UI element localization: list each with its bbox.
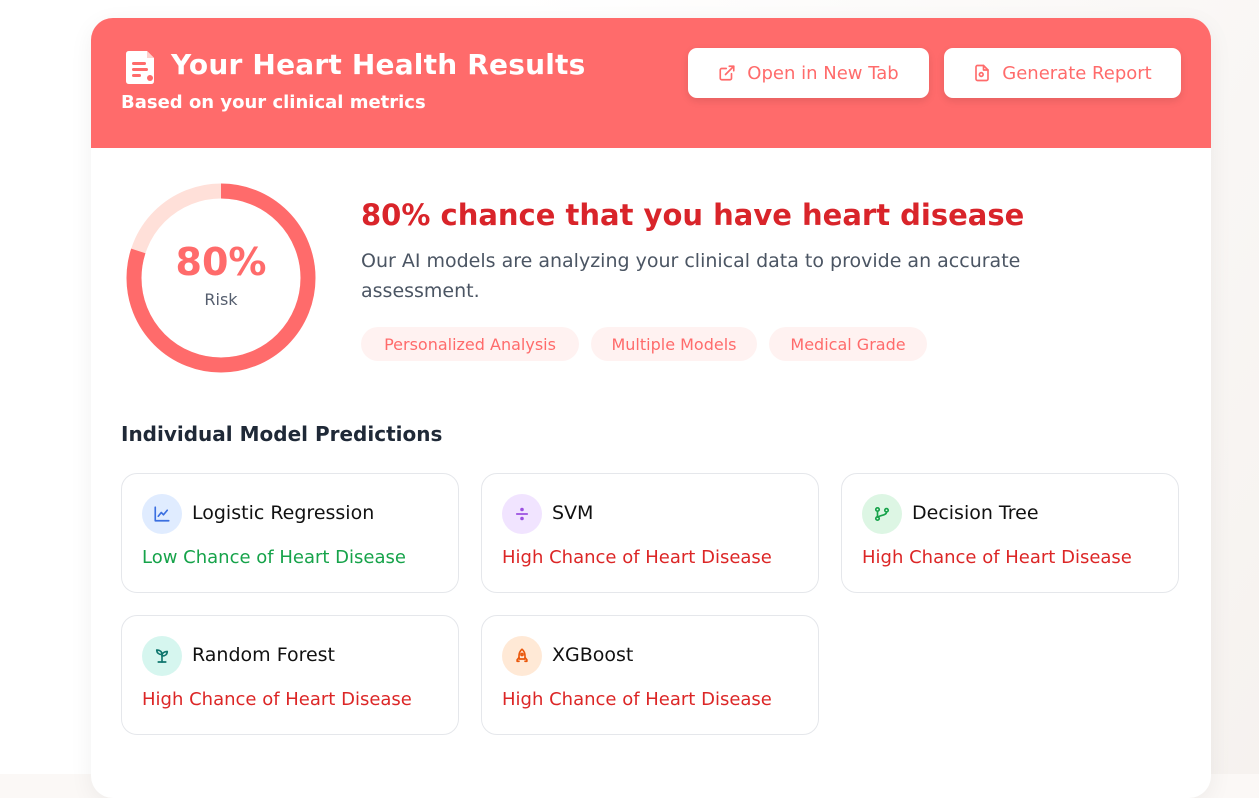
- model-card-svm[interactable]: SVM High Chance of Heart Disease: [481, 473, 819, 593]
- results-card: Your Heart Health Results Based on your …: [91, 18, 1211, 798]
- line-chart-icon: [142, 494, 182, 534]
- external-link-icon: [719, 65, 735, 81]
- rocket-icon: [502, 636, 542, 676]
- generate-report-label: Generate Report: [1002, 62, 1152, 84]
- tag-medical-grade: Medical Grade: [769, 327, 927, 361]
- document-icon: [975, 64, 990, 82]
- model-name: XGBoost: [552, 644, 634, 666]
- model-card-random-forest[interactable]: Random Forest High Chance of Heart Disea…: [121, 615, 459, 735]
- tag-multiple-models: Multiple Models: [591, 327, 757, 361]
- model-name: Random Forest: [192, 644, 336, 666]
- generate-report-button[interactable]: Generate Report: [944, 48, 1181, 98]
- results-header: Your Heart Health Results Based on your …: [91, 18, 1211, 148]
- risk-headline: 80% chance that you have heart disease: [361, 198, 1025, 232]
- risk-gauge: 80% Risk: [125, 182, 317, 374]
- page-subtitle: Based on your clinical metrics: [121, 92, 426, 113]
- model-result: High Chance of Heart Disease: [502, 547, 772, 568]
- model-result: High Chance of Heart Disease: [502, 689, 772, 710]
- model-card-xgboost[interactable]: XGBoost High Chance of Heart Disease: [481, 615, 819, 735]
- divide-icon: [502, 494, 542, 534]
- model-result: High Chance of Heart Disease: [862, 547, 1132, 568]
- model-result: Low Chance of Heart Disease: [142, 547, 406, 568]
- model-predictions-title: Individual Model Predictions: [121, 422, 443, 446]
- sprout-icon: [142, 636, 182, 676]
- model-card-decision-tree[interactable]: Decision Tree High Chance of Heart Disea…: [841, 473, 1179, 593]
- model-result: High Chance of Heart Disease: [142, 689, 412, 710]
- model-name: Decision Tree: [912, 502, 1039, 524]
- report-icon: [126, 51, 154, 84]
- risk-description: Our AI models are analyzing your clinica…: [361, 250, 1021, 302]
- open-in-new-tab-label: Open in New Tab: [747, 62, 899, 84]
- page-title: Your Heart Health Results: [171, 48, 586, 81]
- tag-personalized-analysis: Personalized Analysis: [361, 327, 579, 361]
- model-card-logistic-regression[interactable]: Logistic Regression Low Chance of Heart …: [121, 473, 459, 593]
- risk-label: Risk: [204, 290, 238, 309]
- open-in-new-tab-button[interactable]: Open in New Tab: [688, 48, 929, 98]
- model-name: Logistic Regression: [192, 502, 375, 524]
- git-branch-icon: [862, 494, 902, 534]
- model-name: SVM: [552, 502, 594, 524]
- risk-percentage: 80%: [175, 240, 267, 284]
